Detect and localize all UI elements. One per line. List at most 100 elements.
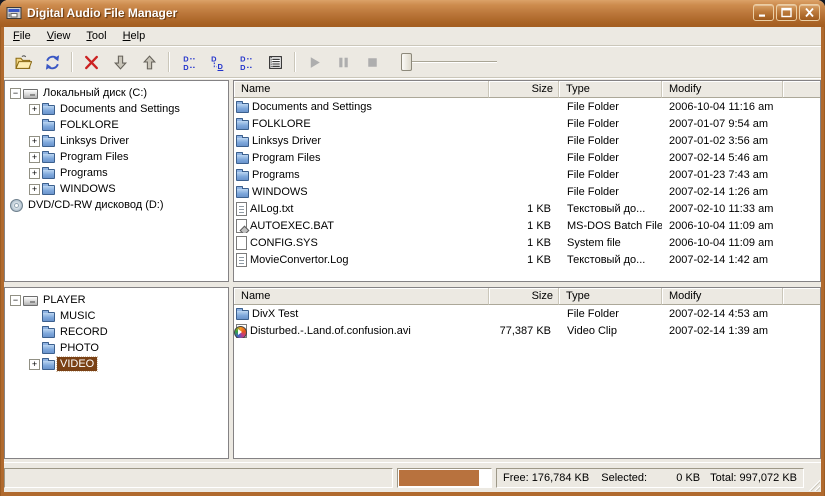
sys-file-icon [236, 236, 247, 250]
title-bar[interactable]: Digital Audio File Manager [0, 0, 825, 27]
collapse-tree-button[interactable]: DD [176, 50, 200, 74]
file-row[interactable]: Documents and Settings File Folder 2006-10… [234, 98, 820, 115]
tree-item[interactable]: − PLAYER [5, 292, 228, 308]
column-header-type[interactable]: Type [559, 81, 662, 98]
disk-tree-panel: − Локальный диск (C:) + Documents and Setti… [4, 80, 229, 282]
maximize-button[interactable] [776, 4, 797, 21]
menu-help[interactable]: Help [115, 28, 154, 45]
slider-thumb[interactable] [401, 53, 412, 71]
stop-button[interactable] [360, 50, 384, 74]
column-header-name[interactable]: Name [234, 81, 489, 98]
move-up-button[interactable] [137, 50, 161, 74]
expand-box-icon[interactable]: + [29, 167, 40, 179]
seek-slider[interactable] [399, 51, 499, 73]
video-file-icon [234, 324, 247, 338]
refresh-button[interactable] [40, 50, 64, 74]
folder-icon [236, 168, 249, 181]
tree-item[interactable]: + Program Files [5, 149, 228, 165]
file-name-cell: AUTOEXEC.BAT [234, 218, 489, 233]
column-header-type[interactable]: Type [559, 288, 662, 305]
main-area: − Локальный диск (C:) + Documents and Setti… [4, 79, 821, 462]
disk-file-list-panel: Name Size Type Modify Documents and Sett… [233, 80, 821, 282]
file-type-cell: File Folder [567, 307, 619, 320]
menu-tool[interactable]: Tool [78, 28, 114, 45]
tree-item[interactable]: DVD/CD-RW дисковод (D:) [5, 197, 228, 213]
menu-view[interactable]: View [39, 28, 79, 45]
expand-box-icon[interactable]: + [29, 183, 40, 195]
move-down-button[interactable] [108, 50, 132, 74]
open-folder-button[interactable] [11, 50, 35, 74]
resize-grip[interactable] [807, 478, 820, 491]
disk-tree: − Локальный диск (C:) + Documents and Setti… [5, 81, 228, 213]
tree-item[interactable]: FOLKLORE [5, 117, 228, 133]
close-button[interactable] [799, 4, 820, 21]
file-row[interactable]: Program Files File Folder 2007-02-14 5:46 … [234, 149, 820, 166]
toolbar-separator [71, 52, 73, 72]
svg-text:D: D [183, 62, 189, 70]
file-name-cell: FOLKLORE [234, 117, 489, 130]
move-up-icon [142, 54, 156, 69]
tree-item[interactable]: + Linksys Driver [5, 133, 228, 149]
collapse-box-icon[interactable]: − [10, 87, 21, 99]
file-row[interactable]: FOLKLORE File Folder 2007-01-07 9:54 am [234, 115, 820, 132]
pause-button[interactable] [331, 50, 355, 74]
tree-item[interactable]: + VIDEO [5, 356, 228, 372]
file-row[interactable]: AILog.txt 1 KB Текстовый до... 2007-02-10 1… [234, 200, 820, 217]
stop-icon [367, 57, 377, 67]
tree-item[interactable]: PHOTO [5, 340, 228, 356]
disk-file-list: Documents and Settings File Folder 2006-10… [234, 98, 820, 268]
expand-box-icon[interactable]: + [29, 151, 40, 163]
play-button[interactable] [302, 50, 326, 74]
column-header-size[interactable]: Size [489, 288, 559, 305]
folder-icon [236, 185, 249, 198]
column-header-size[interactable]: Size [489, 81, 559, 98]
file-row[interactable]: Disturbed.-.Land.of.confusion.avi 77,387 … [234, 322, 820, 339]
file-type-cell: File Folder [567, 100, 619, 113]
expand-branch-button[interactable]: DD [205, 50, 229, 74]
collapse-branch-button[interactable]: DD [234, 50, 258, 74]
column-header-name[interactable]: Name [234, 288, 489, 305]
tree-item[interactable]: − Локальный диск (C:) [5, 85, 228, 101]
drive-icon [23, 88, 38, 99]
player-tree-panel: − PLAYER MUSIC RECORD PHOTO + VIDEO [4, 287, 229, 459]
tree-item[interactable]: MUSIC [5, 308, 228, 324]
minimize-button[interactable] [753, 4, 774, 21]
file-row[interactable]: Programs File Folder 2007-01-23 7:43 am [234, 166, 820, 183]
expand-box-icon[interactable]: + [29, 103, 40, 115]
file-size-cell: 1 KB [527, 236, 551, 249]
file-type-cell: System file [567, 236, 621, 249]
tree-item-label: FOLKLORE [60, 119, 119, 131]
file-row[interactable]: AUTOEXEC.BAT 1 KB MS-DOS Batch File 2006-10… [234, 217, 820, 234]
expand-box-icon[interactable]: + [29, 358, 40, 370]
file-row[interactable]: CONFIG.SYS 1 KB System file 2006-10-04 11:0… [234, 234, 820, 251]
file-row[interactable]: DivX Test File Folder 2007-02-14 4:53 am [234, 305, 820, 322]
tree-item[interactable]: + WINDOWS [5, 181, 228, 197]
menu-file[interactable]: File [5, 28, 39, 45]
toolbar-separator [294, 52, 296, 72]
column-header-filler [783, 81, 820, 98]
expand-box-icon[interactable]: + [29, 135, 40, 147]
tree-item[interactable]: + Programs [5, 165, 228, 181]
collapse-box-icon[interactable]: − [10, 294, 21, 306]
delete-button[interactable] [79, 50, 103, 74]
tree-item[interactable]: + Documents and Settings [5, 101, 228, 117]
file-modify-cell: 2007-01-23 7:43 am [669, 168, 769, 181]
folder-icon [42, 119, 55, 131]
tree-item[interactable]: RECORD [5, 324, 228, 340]
bat-file-icon [236, 219, 247, 233]
file-row[interactable]: Linksys Driver File Folder 2007-01-02 3:56… [234, 132, 820, 149]
file-size-cell: 1 KB [527, 219, 551, 232]
file-type-cell: File Folder [567, 134, 619, 147]
column-header-modify[interactable]: Modify [662, 81, 783, 98]
folder-icon [236, 117, 249, 130]
file-row[interactable]: MovieConvertor.Log 1 KB Текстовый до... 200… [234, 251, 820, 268]
details-view-button[interactable] [263, 50, 287, 74]
file-modify-cell: 2007-01-07 9:54 am [669, 117, 769, 130]
column-header-modify[interactable]: Modify [662, 288, 783, 305]
file-row[interactable]: WINDOWS File Folder 2007-02-14 1:26 am [234, 183, 820, 200]
